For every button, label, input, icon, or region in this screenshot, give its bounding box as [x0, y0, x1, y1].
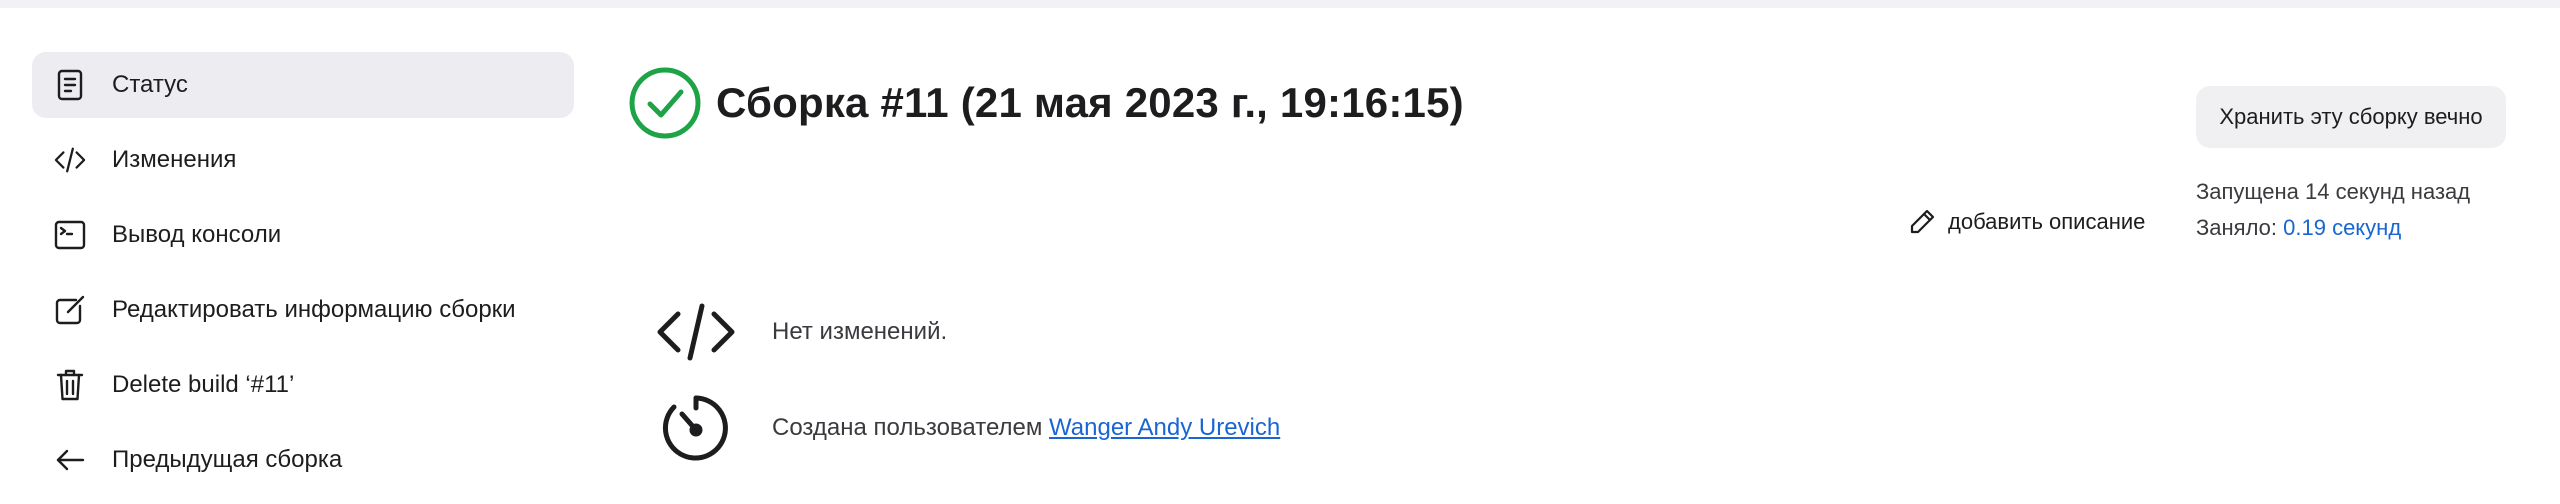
sidebar-item-console[interactable]: Вывод консоли	[32, 202, 574, 268]
changes-summary: Нет изменений.	[654, 290, 947, 374]
timer-icon	[654, 386, 738, 470]
terminal-icon	[54, 219, 86, 251]
sidebar-item-label: Редактировать информацию сборки	[112, 296, 516, 323]
sidebar-item-label: Вывод консоли	[112, 221, 282, 248]
duration-line: Заняло: 0.19 секунд	[2196, 210, 2470, 246]
sidebar-item-label: Изменения	[112, 146, 237, 173]
sidebar-item-changes[interactable]: Изменения	[32, 127, 574, 193]
pencil-icon	[1908, 208, 1936, 236]
code-icon	[54, 144, 86, 176]
top-strip	[0, 0, 2560, 8]
page-title: Сборка #11 (21 мая 2023 г., 19:16:15)	[716, 79, 1464, 126]
duration-label: Заняло:	[2196, 215, 2284, 240]
sidebar-item-previous-build[interactable]: Предыдущая сборка	[32, 427, 574, 493]
created-by-summary: Создана пользователем Wanger Andy Urevic…	[654, 386, 1280, 470]
run-info: Запущена 14 секунд назад Заняло: 0.19 се…	[2196, 174, 2470, 246]
sidebar: Статус Изменения Вывод консоли Редактиро…	[32, 52, 574, 502]
title-row: Сборка #11 (21 мая 2023 г., 19:16:15)	[628, 66, 1464, 140]
build-main: Сборка #11 (21 мая 2023 г., 19:16:15)	[628, 66, 1464, 140]
created-by-text: Создана пользователем Wanger Andy Urevic…	[772, 414, 1280, 442]
sidebar-item-label: Delete build ‘#11’	[112, 371, 295, 398]
sidebar-item-edit-info[interactable]: Редактировать информацию сборки	[32, 277, 574, 343]
sidebar-item-status[interactable]: Статус	[32, 52, 574, 118]
keep-forever-button[interactable]: Хранить эту сборку вечно	[2196, 86, 2506, 148]
edit-icon	[54, 294, 86, 326]
sidebar-item-delete-build[interactable]: Delete build ‘#11’	[32, 352, 574, 418]
changes-text: Нет изменений.	[772, 318, 948, 345]
trash-icon	[54, 369, 86, 401]
user-link[interactable]: Wanger Andy Urevich	[1049, 414, 1280, 441]
add-description-link[interactable]: добавить описание	[1908, 208, 2145, 236]
duration-value: 0.19 секунд	[2283, 215, 2402, 240]
add-description-label: добавить описание	[1948, 209, 2146, 234]
sidebar-item-label: Статус	[112, 71, 188, 98]
document-icon	[54, 69, 86, 101]
started-text: Запущена 14 секунд назад	[2196, 179, 2471, 204]
sidebar-item-label: Предыдущая сборка	[112, 446, 343, 473]
code-icon	[654, 290, 738, 374]
arrow-left-icon	[54, 444, 86, 476]
created-by-label: Создана пользователем	[772, 414, 1050, 441]
success-check-icon	[628, 66, 702, 140]
